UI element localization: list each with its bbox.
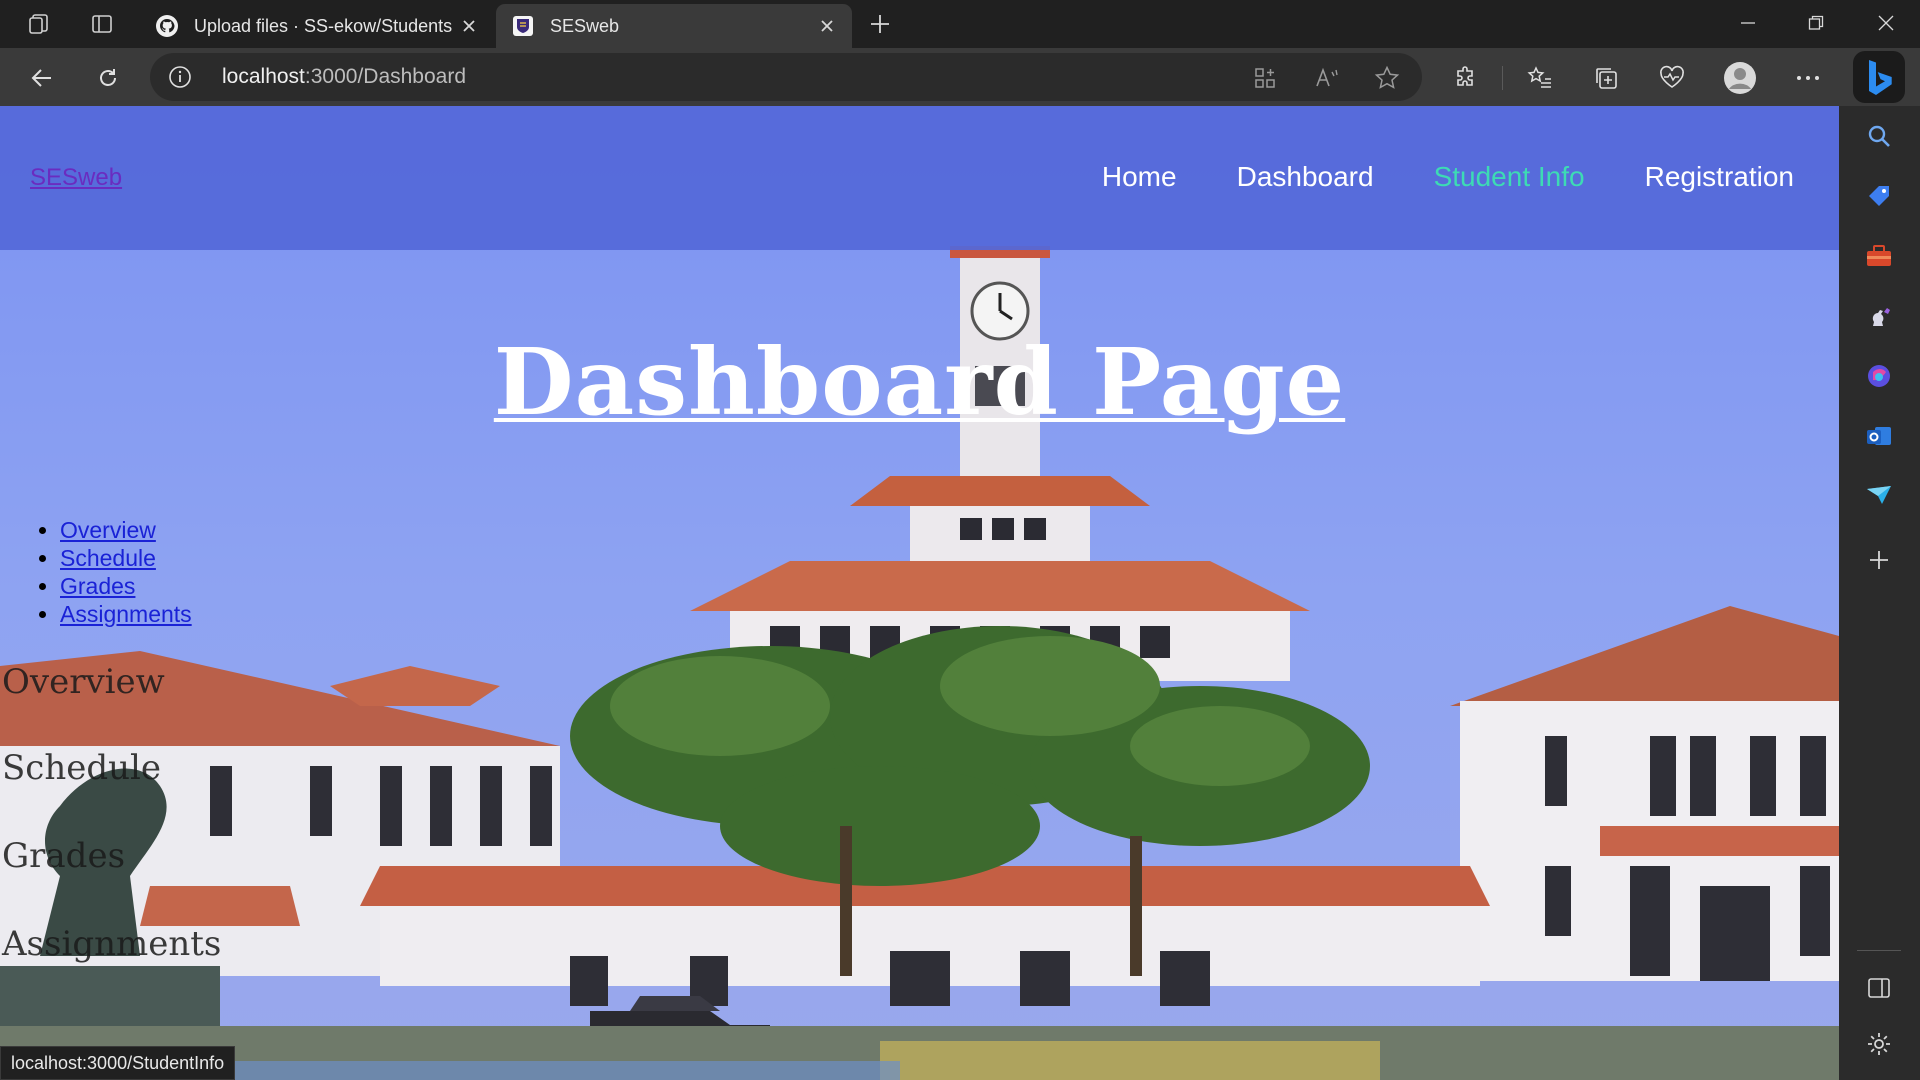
outlook-icon[interactable] [1859,416,1899,456]
tab-title: SESweb [550,15,620,36]
close-window-icon[interactable] [1852,0,1920,46]
add-sidebar-app-icon[interactable] [1859,540,1899,580]
page-title: Dashboard Page [493,328,1346,436]
favorites-icon[interactable] [1522,60,1558,96]
list-item: Assignments [60,600,192,628]
restore-icon[interactable] [1782,0,1850,46]
settings-gear-icon[interactable] [1859,1024,1899,1064]
url-path: :3000/Dashboard [304,65,467,88]
sub-link-assignments[interactable]: Assignments [60,601,192,627]
dashboard-sub-nav: Overview Schedule Grades Assignments [60,516,192,628]
close-tab-icon[interactable] [810,9,844,43]
site-nav-links: Home Dashboard Student Info Registration [1042,161,1794,193]
link-status-url: localhost:3000/StudentInfo [0,1046,236,1080]
extensions-icon[interactable] [1448,60,1484,96]
brand-link[interactable]: SESweb [30,164,122,192]
shopping-tag-icon[interactable] [1859,176,1899,216]
drop-send-icon[interactable] [1859,476,1899,516]
section-heading-schedule: Schedule [2,748,162,788]
tab-sesweb[interactable]: SESweb [496,4,852,48]
close-tab-icon[interactable] [452,9,486,43]
list-item: Grades [60,572,192,600]
hide-sidebar-icon[interactable] [1859,968,1899,1008]
address-url[interactable]: localhost:3000/Dashboard [222,65,466,89]
collections-icon[interactable] [1588,60,1624,96]
search-icon[interactable] [1859,116,1899,156]
refresh-icon[interactable] [88,58,128,98]
read-aloud-icon[interactable] [1312,63,1342,93]
app-available-icon[interactable] [1250,63,1280,93]
toolbar-divider [1502,66,1503,90]
section-heading-grades: Grades [2,836,126,876]
favorite-star-icon[interactable] [1372,63,1402,93]
tools-briefcase-icon[interactable] [1859,236,1899,276]
site-crest-icon [510,13,536,39]
nav-link-registration[interactable]: Registration [1645,161,1794,193]
page-viewport: SESweb Home Dashboard Student Info Regis… [0,106,1839,1080]
bing-copilot-button[interactable] [1853,51,1905,103]
nav-link-student-info[interactable]: Student Info [1434,161,1585,193]
campus-background-image [0,106,1839,1080]
tab-github-upload[interactable]: Upload files · SS-ekow/Students- [140,4,494,48]
nav-link-dashboard[interactable]: Dashboard [1237,161,1374,193]
tab-bar: Upload files · SS-ekow/Students- SESweb [0,0,1920,48]
workspaces-icon[interactable] [24,8,56,40]
url-host: localhost [222,65,305,88]
browser-essentials-icon[interactable] [1654,60,1690,96]
sub-link-grades[interactable]: Grades [60,573,135,599]
games-chess-icon[interactable] [1859,296,1899,336]
browser-toolbar: localhost:3000/Dashboard [0,48,1920,106]
sub-link-schedule[interactable]: Schedule [60,545,156,571]
list-item: Schedule [60,544,192,572]
profile-avatar[interactable] [1722,60,1758,96]
minimize-icon[interactable] [1714,0,1782,46]
back-icon[interactable] [22,58,62,98]
sub-link-overview[interactable]: Overview [60,517,156,543]
list-item: Overview [60,516,192,544]
vertical-tabs-icon[interactable] [86,8,118,40]
edge-sidebar [1839,106,1920,1080]
sidebar-divider [1857,950,1901,951]
nav-link-home[interactable]: Home [1102,161,1177,193]
new-tab-button[interactable] [862,8,898,40]
address-bar[interactable]: localhost:3000/Dashboard [150,53,1422,101]
section-heading-overview: Overview [2,662,165,702]
site-info-icon[interactable] [166,63,194,91]
microsoft-365-icon[interactable] [1859,356,1899,396]
more-options-icon[interactable] [1790,60,1826,96]
tab-title: Upload files · SS-ekow/Students- [194,15,452,36]
site-navbar: SESweb Home Dashboard Student Info Regis… [0,106,1839,250]
section-heading-assignments: Assignments [2,924,222,964]
github-icon [154,13,180,39]
